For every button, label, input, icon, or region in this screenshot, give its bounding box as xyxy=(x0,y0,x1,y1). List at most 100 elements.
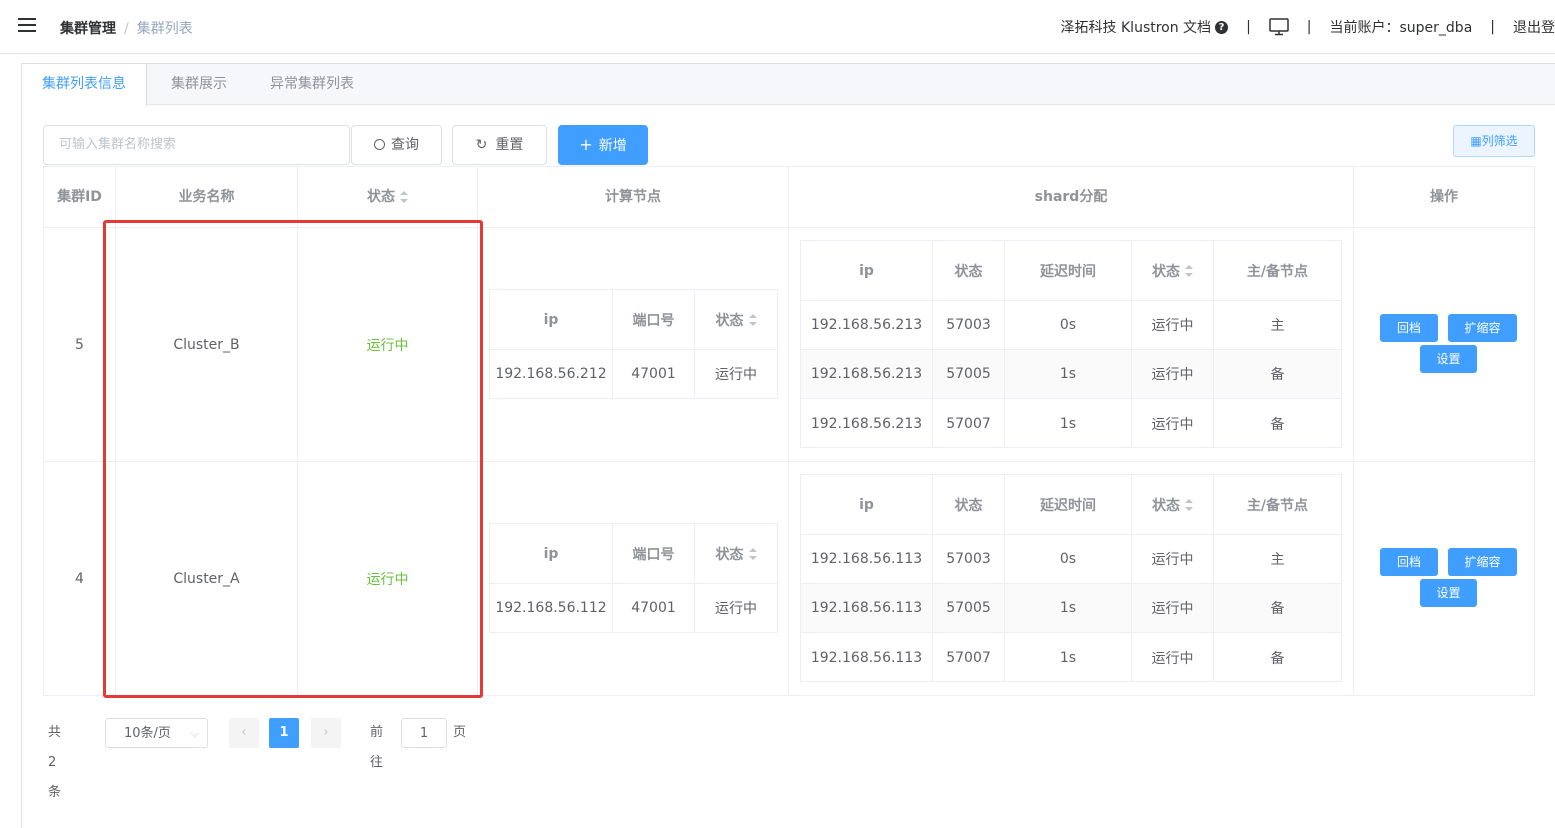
compute-header-port: 端口号 xyxy=(613,524,695,584)
shard-header-3[interactable]: 状态 xyxy=(1132,241,1214,301)
shard-status: 运行中 xyxy=(1132,350,1214,399)
shard-header-0: ip xyxy=(801,475,933,535)
col-header-status-label: 状态 xyxy=(367,189,395,205)
col-header-ops: 操作 xyxy=(1354,167,1534,228)
shard-header-2: 延迟时间 xyxy=(1005,475,1132,535)
page-size-value: 10条/页 xyxy=(124,726,171,741)
shard-port: 57005 xyxy=(933,350,1005,399)
shard-header-4: 主/备节点 xyxy=(1214,241,1341,301)
shard-header-label: ip xyxy=(859,262,874,279)
cell-cluster-name: Cluster_A xyxy=(116,462,298,695)
plus-icon: + xyxy=(579,135,593,154)
query-button[interactable]: 查询 xyxy=(351,125,442,165)
sort-icon[interactable] xyxy=(400,191,408,203)
shard-header-label: 状态 xyxy=(954,497,983,514)
col-header-name: 业务名称 xyxy=(116,167,298,228)
shard-header-label: 主/备节点 xyxy=(1246,263,1309,280)
shard-ip: 192.168.56.113 xyxy=(801,633,933,682)
page-size-select[interactable]: 10条/页 ⌵ xyxy=(105,718,208,748)
shard-header-label: 延迟时间 xyxy=(1040,497,1096,514)
tab-abnormal-clusters[interactable]: 异常集群列表 xyxy=(250,64,374,105)
page-number-current[interactable]: 1 xyxy=(269,718,299,748)
compute-header-status-label: 状态 xyxy=(715,546,744,563)
scale-button[interactable]: 扩缩容 xyxy=(1448,548,1517,576)
compute-node-table: ip 端口号 状态 192.168.56.212 47001 运行中 xyxy=(489,289,778,399)
sort-icon[interactable] xyxy=(1185,498,1193,511)
shard-header-label: 状态 xyxy=(954,263,983,280)
shard-role: 备 xyxy=(1214,584,1341,633)
column-filter-button[interactable]: ▦列筛选 xyxy=(1453,125,1535,157)
column-filter-label: 列筛选 xyxy=(1481,134,1518,148)
reset-button[interactable]: ↻ 重置 xyxy=(452,125,547,165)
goto-page-input[interactable]: 1 xyxy=(401,718,447,748)
shard-status: 运行中 xyxy=(1132,535,1214,584)
query-button-label: 查询 xyxy=(391,137,419,153)
tab-cluster-display[interactable]: 集群展示 xyxy=(151,64,247,105)
settings-button[interactable]: 设置 xyxy=(1420,345,1477,373)
settings-button[interactable]: 设置 xyxy=(1420,579,1477,607)
shard-status: 运行中 xyxy=(1132,399,1214,448)
next-page-button[interactable]: › xyxy=(311,718,341,748)
shard-delay: 0s xyxy=(1005,535,1132,584)
pagination-total: 共 2 条 xyxy=(48,725,62,800)
col-header-id: 集群ID xyxy=(44,167,116,228)
breadcrumb-cluster-list: 集群列表 xyxy=(136,21,193,37)
shard-header-label: 延迟时间 xyxy=(1040,263,1096,280)
shard-delay: 0s xyxy=(1005,301,1132,350)
compute-header-status[interactable]: 状态 xyxy=(695,524,777,584)
shard-delay: 1s xyxy=(1005,399,1132,448)
col-header-shard: shard分配 xyxy=(789,167,1354,228)
compute-status: 运行中 xyxy=(715,367,757,383)
chevron-down-icon: ⌵ xyxy=(190,727,199,740)
compute-port: 47001 xyxy=(613,584,695,632)
menu-toggle-icon[interactable] xyxy=(18,18,36,34)
compute-status: 运行中 xyxy=(715,601,757,617)
monitor-icon[interactable] xyxy=(1269,18,1289,36)
add-button[interactable]: + 新增 xyxy=(558,125,648,165)
cluster-search-input[interactable]: 可输入集群名称搜索 xyxy=(43,125,350,165)
sort-icon[interactable] xyxy=(1185,264,1193,277)
shard-status: 运行中 xyxy=(1132,301,1214,350)
compute-header-ip: ip xyxy=(490,290,613,350)
breadcrumb-cluster-mgmt[interactable]: 集群管理 xyxy=(60,21,116,37)
shard-ip: 192.168.56.213 xyxy=(801,399,933,448)
cell-cluster-status: 运行中 xyxy=(298,228,478,462)
shard-delay: 1s xyxy=(1005,350,1132,399)
col-header-status[interactable]: 状态 xyxy=(298,167,478,228)
logout-link[interactable]: 退出登 xyxy=(1513,17,1555,37)
shard-role: 主 xyxy=(1214,535,1341,584)
sort-icon[interactable] xyxy=(748,313,757,326)
grid-icon: ▦ xyxy=(1470,134,1482,148)
header-right: 泽拓科技 Klustron 文档 ? | | 当前账户：super_dba | … xyxy=(1060,17,1555,37)
shard-header-label: 状态 xyxy=(1152,497,1180,514)
cell-cluster-name: Cluster_B xyxy=(116,228,298,462)
compute-ip: 192.168.56.112 xyxy=(490,584,613,632)
shard-header-3[interactable]: 状态 xyxy=(1132,475,1214,535)
compute-header-status-label: 状态 xyxy=(715,312,744,329)
rollback-button[interactable]: 回档 xyxy=(1380,314,1438,342)
compute-header-status[interactable]: 状态 xyxy=(695,290,777,350)
search-icon xyxy=(374,139,385,150)
shard-header-0: ip xyxy=(801,241,933,301)
shard-status: 运行中 xyxy=(1132,584,1214,633)
shard-table: ip 状态 延迟时间 状态 主/备节点 192.168.56.113 57003 0s 运行中主… xyxy=(800,474,1342,682)
help-icon[interactable]: ? xyxy=(1215,20,1229,34)
shard-ip: 192.168.56.113 xyxy=(801,584,933,633)
goto-label: 前往 xyxy=(370,725,384,770)
shard-ip: 192.168.56.113 xyxy=(801,535,933,584)
prev-page-button[interactable]: ‹ xyxy=(229,718,259,748)
sort-icon[interactable] xyxy=(748,547,757,560)
shard-status: 运行中 xyxy=(1132,633,1214,682)
shard-table: ip 状态 延迟时间 状态 主/备节点 192.168.56.213 57003 0s 运行中主… xyxy=(800,240,1342,448)
scale-button[interactable]: 扩缩容 xyxy=(1448,314,1517,342)
shard-ip: 192.168.56.213 xyxy=(801,350,933,399)
shard-header-label: ip xyxy=(859,496,874,513)
compute-node-table: ip 端口号 状态 192.168.56.112 47001 运行中 xyxy=(489,523,778,633)
shard-header-label: 状态 xyxy=(1152,263,1180,280)
cell-cluster-status: 运行中 xyxy=(298,462,478,695)
docs-link[interactable]: 泽拓科技 Klustron 文档 xyxy=(1061,17,1212,37)
compute-ip: 192.168.56.212 xyxy=(490,350,613,398)
rollback-button[interactable]: 回档 xyxy=(1380,548,1438,576)
compute-port: 47001 xyxy=(613,350,695,398)
tab-cluster-list-info[interactable]: 集群列表信息 xyxy=(22,64,147,106)
